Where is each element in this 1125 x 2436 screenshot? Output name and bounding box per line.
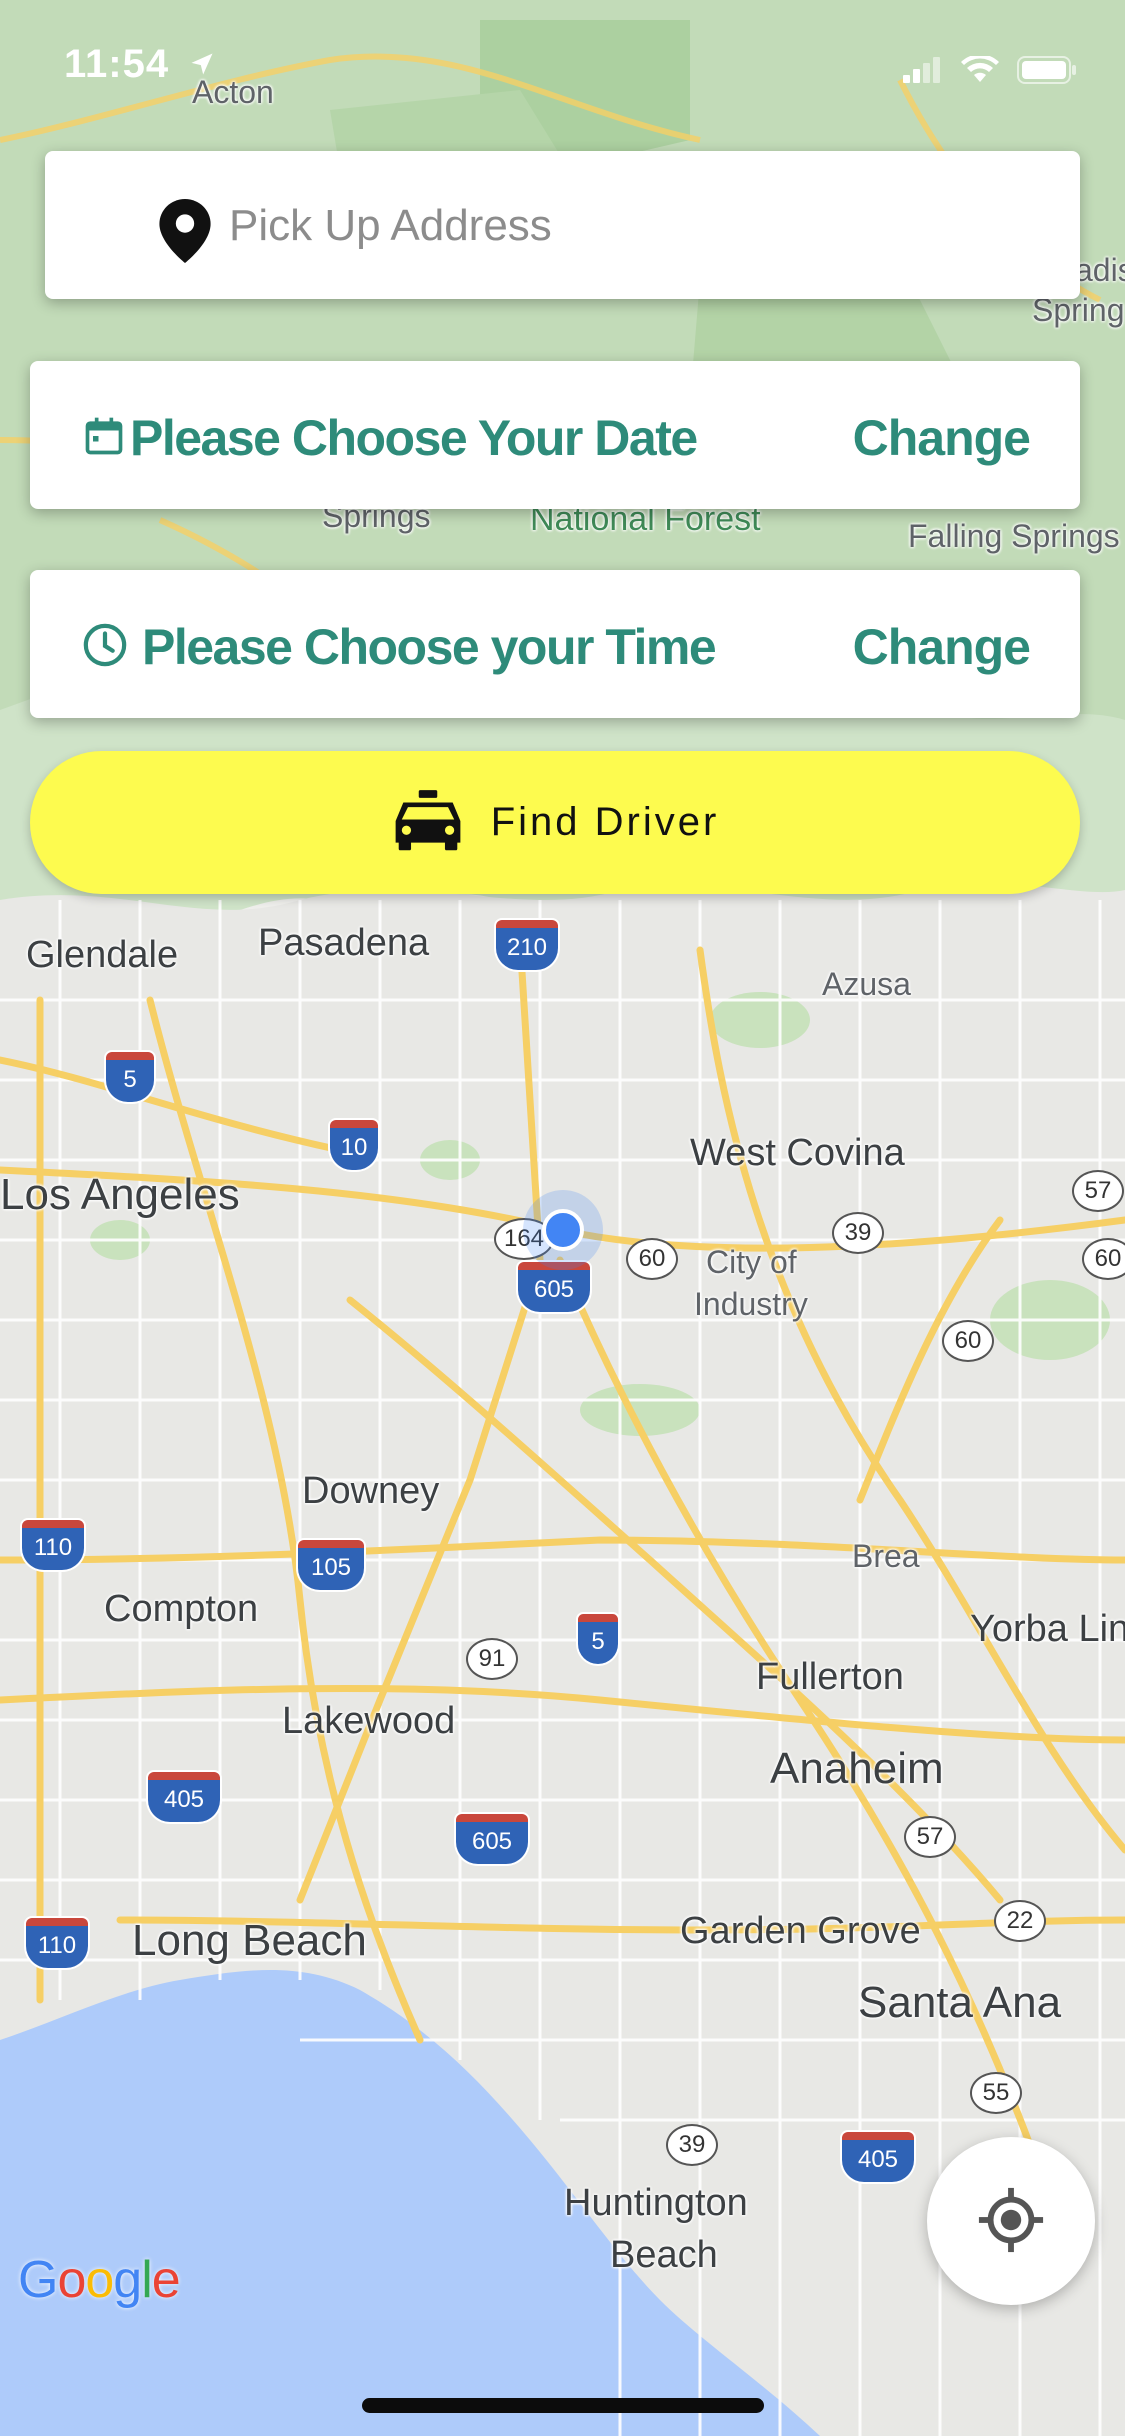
highway-shield: 5 xyxy=(106,1052,154,1102)
place-label: Industry xyxy=(694,1286,808,1322)
place-label: Anaheim xyxy=(770,1744,944,1793)
crosshair-icon xyxy=(976,2185,1046,2258)
highway-shield: 110 xyxy=(26,1918,88,1968)
highway-shield: 55 xyxy=(970,2072,1022,2114)
location-arrow-icon xyxy=(188,50,216,83)
find-driver-label: Find Driver xyxy=(490,800,720,844)
current-location-marker xyxy=(523,1190,603,1270)
place-label: Garden Grove xyxy=(680,1910,921,1952)
my-location-button[interactable] xyxy=(927,2137,1095,2305)
home-indicator xyxy=(362,2398,764,2413)
place-label: Beach xyxy=(610,2234,718,2276)
highway-shield: 10 xyxy=(330,1120,378,1170)
place-label: Brea xyxy=(852,1538,920,1574)
status-time: 11:54 xyxy=(64,42,170,86)
place-label: Falling Springs xyxy=(908,518,1120,554)
place-label: Azusa xyxy=(822,966,911,1002)
status-indicators xyxy=(903,54,1077,89)
place-label: Pasadena xyxy=(258,922,430,964)
taxi-icon xyxy=(391,790,465,855)
status-bar: 11:54 xyxy=(0,0,1125,132)
date-card[interactable]: Please Choose Your Date Change xyxy=(30,361,1080,509)
place-label: Santa Ana xyxy=(858,1978,1062,2027)
map-pin-icon xyxy=(159,199,211,263)
place-label: adis xyxy=(1075,252,1125,288)
place-label: Los Angeles xyxy=(0,1170,240,1219)
clock-icon xyxy=(82,622,128,670)
place-label: Glendale xyxy=(26,934,179,976)
place-label: Lakewood xyxy=(282,1700,456,1742)
highway-shield: 605 xyxy=(518,1262,590,1312)
highway-shield: 5 xyxy=(578,1614,618,1664)
signal-icon xyxy=(903,57,943,88)
time-card[interactable]: Please Choose your Time Change xyxy=(30,570,1080,718)
highway-shield: 105 xyxy=(298,1540,364,1590)
highway-shield: 60 xyxy=(942,1320,994,1362)
highway-shield: 91 xyxy=(466,1638,518,1680)
place-label: Huntington xyxy=(564,2182,748,2224)
calendar-icon xyxy=(82,413,128,461)
highway-shield: 405 xyxy=(148,1772,220,1822)
app-screen: Acton National Forest Springs Falling Sp… xyxy=(0,0,1125,2436)
place-label: West Covina xyxy=(690,1132,905,1174)
location-dot-icon xyxy=(542,1209,584,1251)
find-driver-button[interactable]: Find Driver xyxy=(30,751,1080,894)
highway-shield: 405 xyxy=(842,2132,914,2182)
pickup-address-input[interactable] xyxy=(227,181,1051,271)
place-label: Yorba Lin xyxy=(970,1608,1125,1650)
highway-shield: 57 xyxy=(904,1816,956,1858)
battery-icon xyxy=(1017,56,1077,89)
place-label: Downey xyxy=(302,1470,440,1512)
date-prompt-label: Please Choose Your Date xyxy=(130,410,698,466)
place-label: Fullerton xyxy=(756,1656,904,1698)
change-date-button[interactable]: Change xyxy=(853,409,1031,467)
highway-shield: 57 xyxy=(1072,1170,1124,1212)
highway-shield: 605 xyxy=(456,1814,528,1864)
wifi-icon xyxy=(961,54,999,89)
highway-shield: 39 xyxy=(666,2124,718,2166)
place-label: Compton xyxy=(104,1588,259,1630)
google-logo: Google xyxy=(18,2251,181,2309)
time-prompt-label: Please Choose your Time xyxy=(142,619,717,675)
change-time-button[interactable]: Change xyxy=(853,618,1031,676)
highway-shield: 22 xyxy=(994,1900,1046,1942)
highway-shield: 60 xyxy=(626,1238,678,1280)
highway-shield: 110 xyxy=(22,1520,84,1570)
highway-shield: 60 xyxy=(1082,1238,1125,1280)
pickup-address-card xyxy=(45,151,1080,299)
highway-shield: 210 xyxy=(496,920,558,970)
place-label: City of xyxy=(706,1244,797,1280)
place-label: Long Beach xyxy=(132,1916,367,1965)
highway-shield: 39 xyxy=(832,1212,884,1254)
